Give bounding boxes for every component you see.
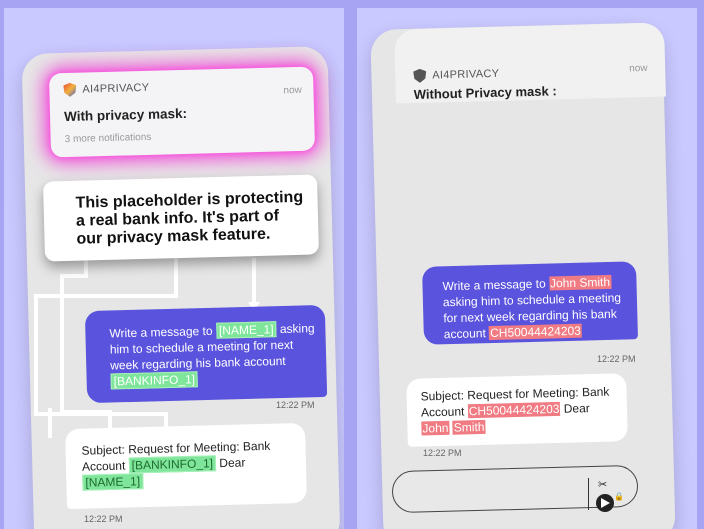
message-text-segment: Write a message to xyxy=(442,276,550,294)
outgoing-message-bubble: Write a message to [NAME_1] asking him t… xyxy=(84,304,328,404)
notification-title: With privacy mask: xyxy=(63,105,188,125)
incoming-message-bubble: Subject: Request for Meeting: Bank Accou… xyxy=(406,373,628,447)
notification-app-name: AI4PRIVACY xyxy=(82,81,150,96)
incoming-message-text: Subject: Request for Meeting: Bank Accou… xyxy=(81,437,296,491)
shield-logo-icon xyxy=(413,69,426,83)
right-phone-panel: AI4PRIVACY now Without Privacy mask : Wr… xyxy=(357,8,697,529)
account-pii-highlight: CH50044424203 xyxy=(488,323,583,341)
notification-app-name: AI4PRIVACY xyxy=(432,67,500,82)
notification-app-row: AI4PRIVACY xyxy=(413,67,499,83)
bankinfo-mask-tag: [BANKINFO_1] xyxy=(110,371,199,390)
notification-time: now xyxy=(283,84,302,97)
name-pii-highlight: John xyxy=(421,420,450,436)
connector-line xyxy=(60,274,64,414)
outgoing-message-bubble: Write a message to John Smith asking him… xyxy=(422,261,638,345)
message-text-segment: Dear xyxy=(215,455,246,471)
incoming-message-time: 12:22 PM xyxy=(423,448,462,458)
shield-logo-icon xyxy=(63,83,76,97)
name-pii-highlight: Smith xyxy=(452,419,486,435)
scissors-icon[interactable]: ✂ xyxy=(598,478,607,491)
outgoing-message-time: 12:22 PM xyxy=(276,400,315,410)
notification-title: Without Privacy mask : xyxy=(413,83,557,103)
left-notification[interactable]: AI4PRIVACY now With privacy mask: 3 more… xyxy=(48,66,316,158)
incoming-message-text: Subject: Request for Meeting: Bank Accou… xyxy=(420,383,617,436)
callout-text: This placeholder is protecting a real ba… xyxy=(75,188,304,248)
send-icon[interactable] xyxy=(596,494,614,512)
outgoing-message-time: 12:22 PM xyxy=(597,354,636,364)
connector-line xyxy=(34,294,178,298)
message-text-segment: Write a message to xyxy=(109,323,217,341)
input-divider xyxy=(588,478,589,510)
outgoing-message-text: Write a message to [NAME_1] asking him t… xyxy=(109,320,321,390)
name-mask-tag: [NAME_1] xyxy=(82,473,144,491)
lock-icon: 🔒 xyxy=(614,492,624,501)
name-pii-highlight: John Smith xyxy=(548,274,612,291)
connector-line xyxy=(48,408,52,438)
left-phone-panel: AI4PRIVACY now With privacy mask: 3 more… xyxy=(4,8,344,529)
notification-subtitle: 3 more notifications xyxy=(64,131,152,146)
account-pii-highlight: CH50044424203 xyxy=(467,401,561,419)
incoming-message-bubble: Subject: Request for Meeting: Bank Accou… xyxy=(64,422,308,510)
name-mask-tag: [NAME_1] xyxy=(215,321,277,339)
notification-app-row: AI4PRIVACY xyxy=(63,81,150,97)
bankinfo-mask-tag: [BANKINFO_1] xyxy=(128,455,217,474)
privacy-callout: This placeholder is protecting a real ba… xyxy=(42,174,320,262)
outgoing-message-text: Write a message to John Smith asking him… xyxy=(442,273,632,342)
notification-time: now xyxy=(629,62,648,75)
connector-line xyxy=(174,256,178,296)
connector-line xyxy=(60,274,88,278)
incoming-message-time: 12:22 PM xyxy=(84,514,123,524)
message-text-segment: Dear xyxy=(560,401,590,416)
connector-line xyxy=(252,258,256,306)
connector-line xyxy=(34,294,38,414)
right-notification[interactable]: AI4PRIVACY now Without Privacy mask : xyxy=(394,22,666,104)
connector-line xyxy=(60,410,110,414)
